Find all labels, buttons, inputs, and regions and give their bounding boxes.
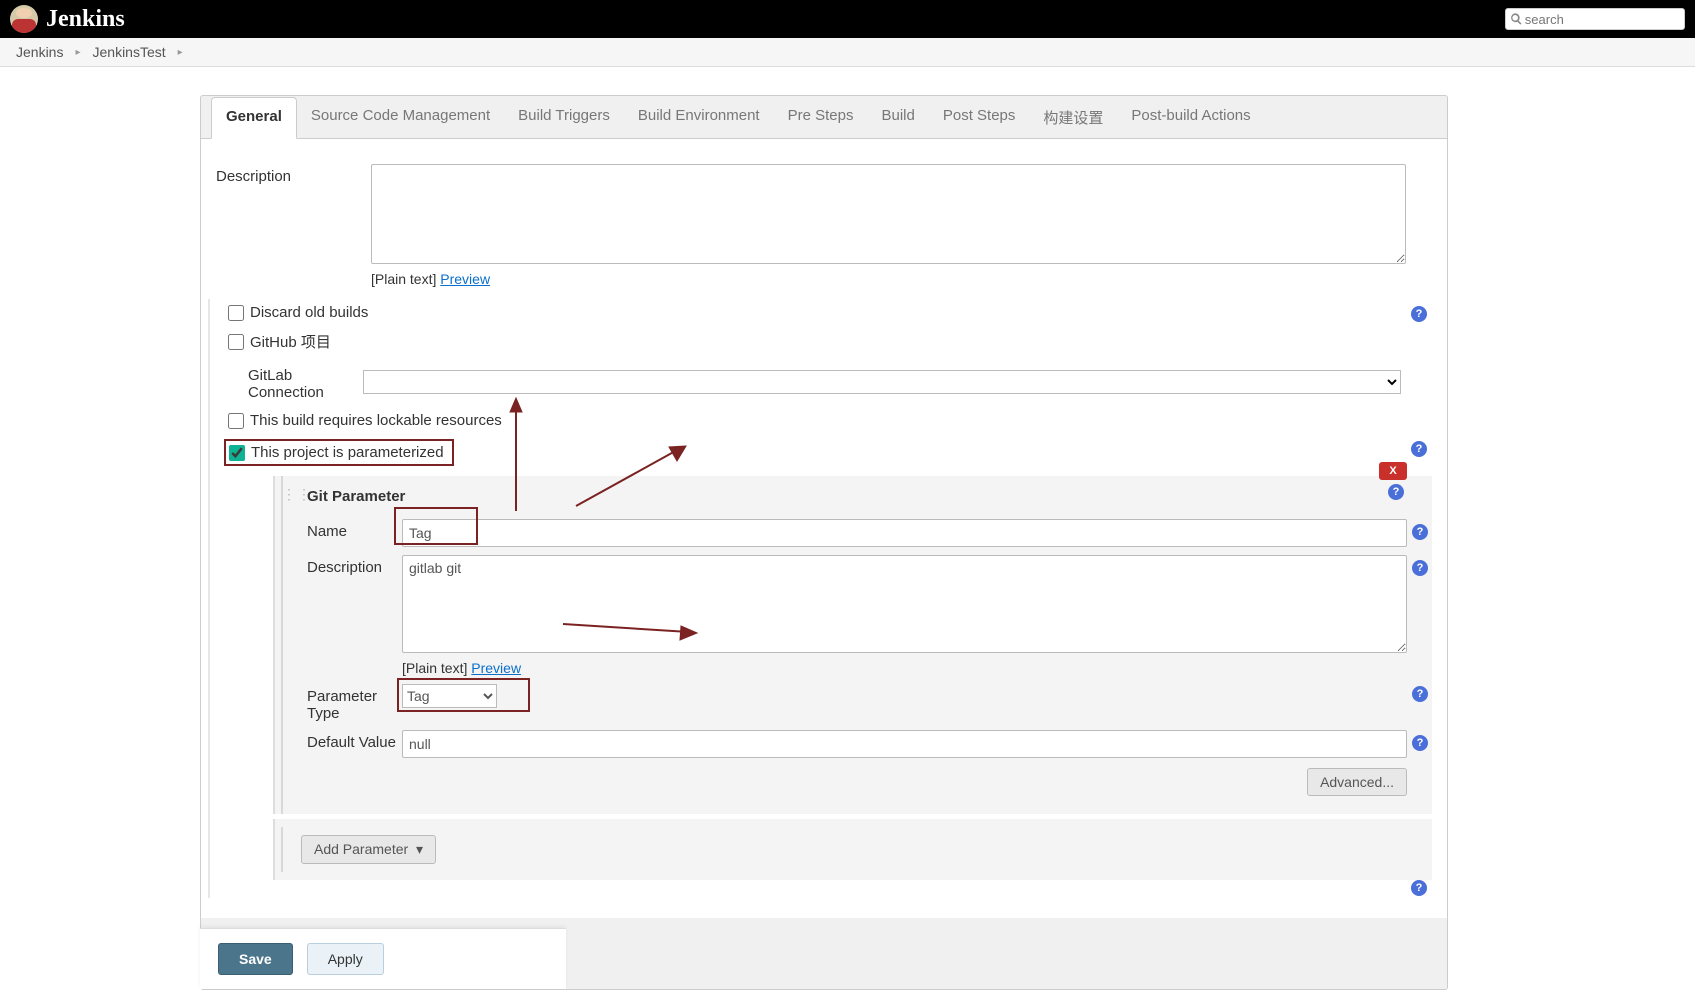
parameterized-checkbox[interactable] — [229, 445, 245, 461]
git-parameter-block: X ⋮⋮ ? Git Parameter Name ? — [273, 476, 1432, 814]
tab-build-triggers[interactable]: Build Triggers — [504, 97, 624, 138]
help-icon[interactable]: ? — [1412, 686, 1428, 702]
chevron-right-icon: ▸ — [67, 47, 88, 58]
help-icon[interactable]: ? — [1388, 484, 1404, 500]
param-default-label: Default Value — [307, 730, 402, 751]
help-icon[interactable]: ? — [1412, 524, 1428, 540]
param-title: Git Parameter — [295, 484, 1432, 515]
description-label: Description — [216, 164, 371, 185]
param-type-label: Parameter Type — [307, 684, 402, 722]
preview-link[interactable]: Preview — [440, 271, 490, 287]
breadcrumb-root[interactable]: Jenkins — [12, 44, 67, 60]
gitlab-connection-select[interactable] — [363, 370, 1401, 394]
tab-scm[interactable]: Source Code Management — [297, 97, 504, 138]
help-icon[interactable]: ? — [1411, 306, 1427, 322]
param-name-input[interactable] — [402, 519, 1407, 547]
search-input[interactable] — [1525, 12, 1680, 27]
param-default-input[interactable] — [402, 730, 1407, 758]
preview-link[interactable]: Preview — [471, 660, 521, 676]
tab-build[interactable]: Build — [867, 97, 928, 138]
help-icon[interactable]: ? — [1412, 735, 1428, 751]
tab-pre-steps[interactable]: Pre Steps — [774, 97, 868, 138]
config-tabs: General Source Code Management Build Tri… — [201, 97, 1447, 139]
breadcrumb: Jenkins ▸ JenkinsTest ▸ — [0, 38, 1695, 67]
chevron-right-icon: ▸ — [170, 47, 191, 58]
tab-post-steps[interactable]: Post Steps — [929, 97, 1030, 138]
tab-build-env[interactable]: Build Environment — [624, 97, 774, 138]
save-button[interactable]: Save — [218, 943, 293, 975]
product-name: Jenkins — [46, 6, 125, 33]
tab-build-settings[interactable]: 构建设置 — [1029, 97, 1117, 138]
lockable-label: This build requires lockable resources — [250, 412, 502, 429]
param-desc-textarea[interactable]: <span class="wavy">gitlab</span> git — [402, 555, 1407, 653]
bottom-bar: Save Apply — [200, 928, 566, 989]
search-icon — [1510, 12, 1523, 26]
logo[interactable]: Jenkins — [10, 5, 125, 33]
config-panel: General Source Code Management Build Tri… — [200, 95, 1448, 990]
breadcrumb-project[interactable]: JenkinsTest — [89, 44, 170, 60]
plain-text-label: [Plain text] — [371, 271, 436, 287]
help-icon[interactable]: ? — [1411, 441, 1427, 457]
help-icon[interactable]: ? — [1411, 880, 1427, 896]
help-icon[interactable]: ? — [1412, 560, 1428, 576]
config-body: Description [Plain text] Preview Discard… — [201, 138, 1447, 918]
advanced-button[interactable]: Advanced... — [1307, 768, 1407, 796]
github-project-checkbox[interactable] — [228, 334, 244, 350]
description-textarea[interactable] — [371, 164, 1406, 264]
parameterized-label: This project is parameterized — [251, 444, 444, 461]
top-bar: Jenkins — [0, 0, 1695, 38]
tab-general[interactable]: General — [211, 97, 297, 139]
param-desc-label: Description — [307, 555, 402, 576]
github-project-label: GitHub 项目 — [250, 331, 331, 352]
jenkins-logo-icon — [10, 5, 38, 33]
tab-post-build[interactable]: Post-build Actions — [1117, 97, 1264, 138]
delete-parameter-button[interactable]: X — [1379, 462, 1407, 480]
plain-text-label: [Plain text] — [402, 660, 467, 676]
drag-handle-icon[interactable]: ⋮⋮ — [282, 486, 312, 503]
search-box[interactable] — [1505, 8, 1685, 30]
gitlab-connection-label: GitLab Connection — [228, 363, 363, 401]
param-name-label: Name — [307, 519, 402, 540]
lockable-checkbox[interactable] — [228, 413, 244, 429]
add-parameter-button[interactable]: Add Parameter ▾ — [301, 835, 436, 864]
discard-label: Discard old builds — [250, 304, 368, 321]
apply-button[interactable]: Apply — [307, 943, 384, 975]
param-type-select[interactable]: Tag — [402, 684, 497, 708]
discard-checkbox[interactable] — [228, 305, 244, 321]
